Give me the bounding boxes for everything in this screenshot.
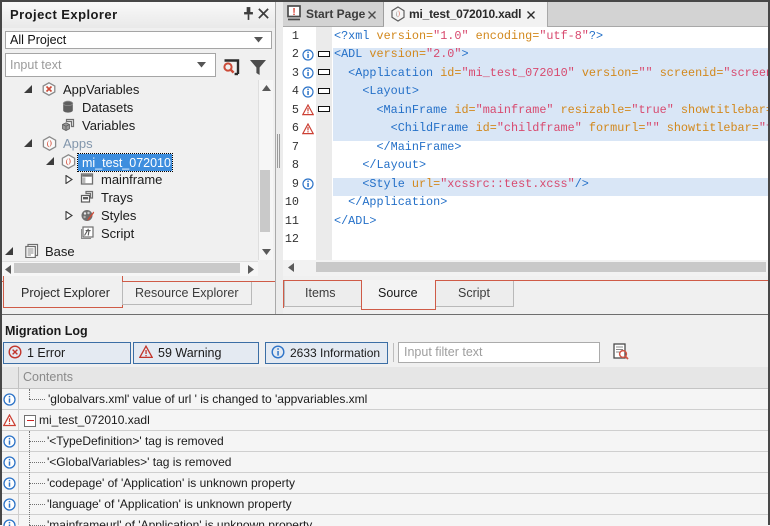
svg-text:!: !: [292, 7, 295, 18]
